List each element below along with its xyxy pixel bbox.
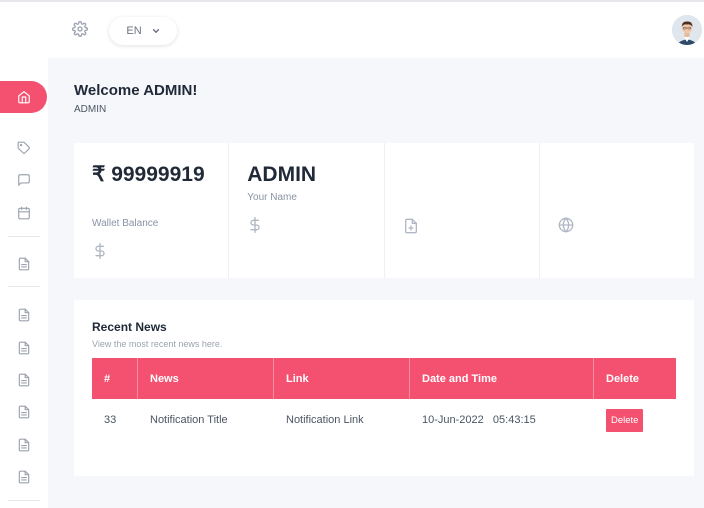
- file-icon: [18, 341, 30, 355]
- recent-news-subtitle: View the most recent news here.: [92, 339, 223, 349]
- sidebar-item-home[interactable]: [0, 81, 47, 113]
- sidebar-item-messages[interactable]: [0, 167, 48, 193]
- cell-link: Notification Link: [286, 414, 364, 426]
- stats-panel: ₹ 99999919 Wallet Balance ADMIN Your Nam…: [74, 143, 694, 278]
- user-name-value: ADMIN: [247, 163, 317, 186]
- file-plus-icon: [404, 218, 417, 234]
- column-header-news: News: [138, 358, 274, 399]
- delete-button[interactable]: Delete: [606, 408, 644, 432]
- dollar-icon: [95, 243, 105, 259]
- message-icon: [18, 174, 30, 186]
- stat-card-wallet: ₹ 99999919 Wallet Balance: [74, 143, 230, 278]
- language-selector[interactable]: EN: [109, 17, 177, 45]
- sidebar-item-page-7[interactable]: [0, 464, 48, 490]
- cell-news: Notification Title: [150, 414, 228, 426]
- user-avatar-icon: [672, 15, 702, 45]
- column-header-delete: Delete: [606, 372, 640, 385]
- table-row: 33 Notification Title Notification Link …: [92, 399, 676, 441]
- sidebar-divider: [8, 286, 40, 287]
- wallet-balance-value: ₹ 99999919: [92, 163, 205, 186]
- file-icon: [18, 308, 30, 322]
- page-subtitle: ADMIN: [74, 104, 107, 115]
- sidebar-item-page-4[interactable]: [0, 367, 48, 393]
- top-header: EN: [48, 2, 704, 58]
- wallet-balance-label: Wallet Balance: [92, 218, 159, 229]
- sidebar-divider: [8, 500, 40, 501]
- stat-card-globe: [540, 143, 694, 278]
- tag-icon: [17, 141, 30, 154]
- sidebar-item-page-3[interactable]: [0, 335, 48, 361]
- news-table: # News Link Date and Time Delete 33 Noti…: [92, 358, 676, 441]
- sidebar-item-page-5[interactable]: [0, 399, 48, 425]
- avatar[interactable]: [672, 15, 702, 45]
- column-header-id: #: [92, 358, 138, 399]
- sidebar-item-page-2[interactable]: [0, 302, 48, 328]
- cell-datetime: 10-Jun-2022 05:43:15: [422, 414, 536, 426]
- stat-card-file: [385, 143, 540, 278]
- table-header: # News Link Date and Time Delete: [92, 358, 676, 399]
- globe-icon: [558, 217, 574, 233]
- home-icon: [17, 91, 30, 104]
- calendar-icon: [18, 206, 30, 220]
- sidebar: [0, 2, 48, 508]
- sidebar-divider: [8, 236, 40, 237]
- file-icon: [18, 257, 30, 271]
- sidebar-item-page-1[interactable]: [0, 251, 48, 277]
- recent-news-title: Recent News: [92, 320, 167, 334]
- file-icon: [18, 373, 30, 387]
- user-name-label: Your Name: [247, 192, 297, 203]
- file-icon: [18, 470, 30, 484]
- chevron-down-icon: [152, 29, 159, 33]
- cell-id: 33: [104, 414, 117, 426]
- stat-card-name: ADMIN Your Name: [229, 143, 385, 278]
- sidebar-item-page-6[interactable]: [0, 432, 48, 458]
- column-header-link: Link: [274, 358, 410, 399]
- column-header-datetime: Date and Time: [410, 358, 594, 399]
- recent-news-card: Recent News View the most recent news he…: [74, 300, 694, 476]
- file-icon: [18, 405, 30, 419]
- file-icon: [18, 438, 30, 452]
- dollar-icon: [250, 217, 260, 233]
- page-title: Welcome ADMIN!: [74, 82, 198, 99]
- sidebar-item-calendar[interactable]: [0, 200, 48, 226]
- gear-icon[interactable]: [72, 21, 88, 37]
- cell-delete: Delete: [594, 408, 676, 432]
- language-label: EN: [126, 25, 142, 37]
- sidebar-item-tags[interactable]: [0, 135, 48, 161]
